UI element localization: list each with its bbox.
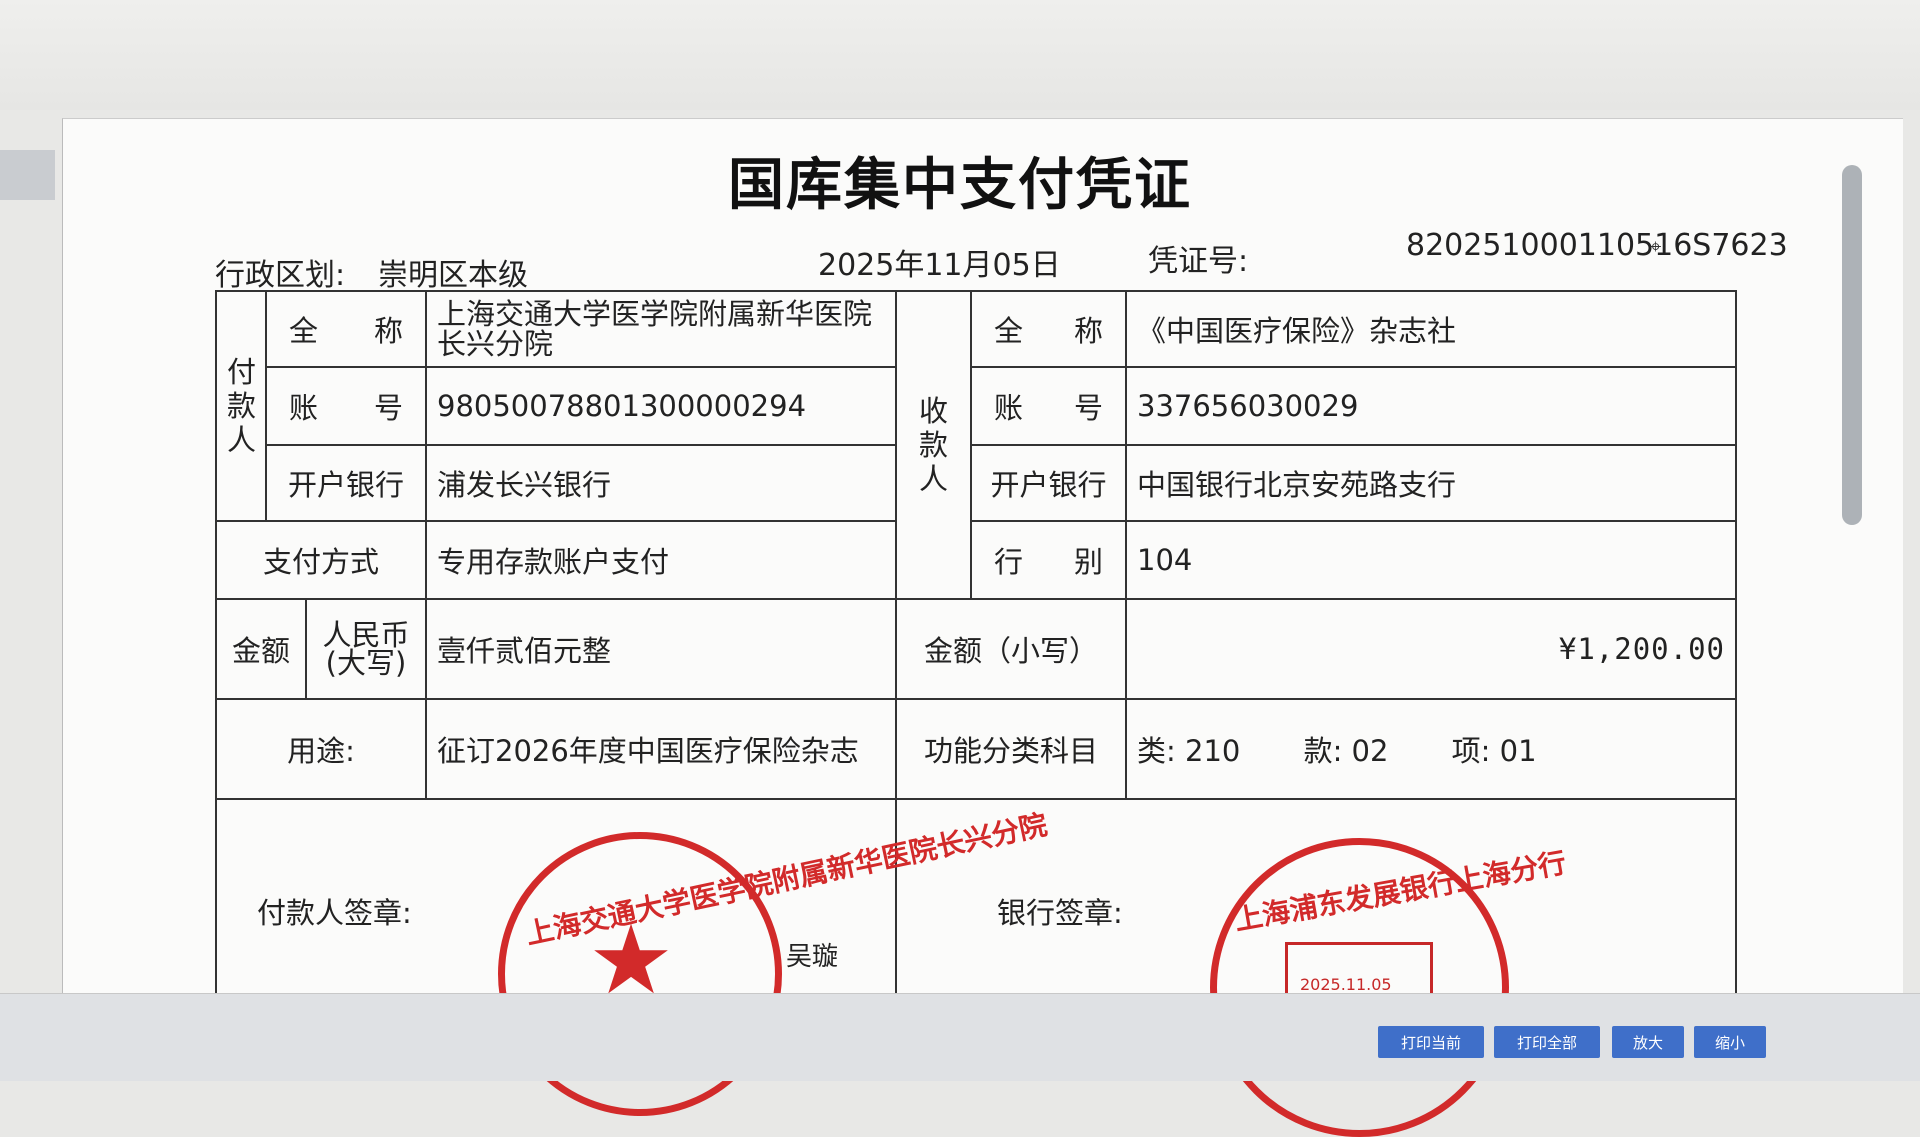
payee-group-label: 收款人 xyxy=(895,290,972,600)
payment-method: 专用存款账户支付 xyxy=(425,520,897,600)
purpose: 征订2026年度中国医疗保险杂志 xyxy=(425,698,897,800)
bank-signature-label: 银行签章: xyxy=(997,896,1123,930)
print-current-button[interactable]: 打印当前 xyxy=(1378,1026,1484,1058)
func-kuan: 款: 02 xyxy=(1303,734,1389,768)
mouse-cursor-icon: ⌖ xyxy=(1650,234,1662,258)
payee-name: 《中国医疗保险》杂志社 xyxy=(1125,290,1737,368)
payer-account: 98050078801300000294 xyxy=(425,366,897,446)
amount-upper: 壹仟贰佰元整 xyxy=(425,598,897,700)
func-lei: 类: 210 xyxy=(1137,734,1241,768)
payee-type-label: 行 别 xyxy=(970,520,1127,600)
payer-bank-label: 开户银行 xyxy=(265,444,427,522)
payee-bank-label: 开户银行 xyxy=(970,444,1127,522)
voucher-date: 2025年11月05日 xyxy=(818,248,1061,283)
signer-name: 吴璇 xyxy=(786,942,839,972)
payee-type: 104 xyxy=(1125,520,1737,600)
payee-account-label: 账 号 xyxy=(970,366,1127,446)
amount-label: 金额 xyxy=(215,598,307,700)
zoom-out-button[interactable]: 缩小 xyxy=(1694,1026,1766,1058)
payer-signature-label: 付款人签章: xyxy=(257,896,412,930)
window-top-area xyxy=(0,0,1920,110)
voucher-title: 国库集中支付凭证 xyxy=(728,153,1192,218)
payee-name-label: 全 称 xyxy=(970,290,1127,368)
print-all-button[interactable]: 打印全部 xyxy=(1494,1026,1600,1058)
amount-small-label: 金额（小写） xyxy=(895,598,1127,700)
region-value: 崇明区本级 xyxy=(378,258,528,293)
payer-group-label: 付款人 xyxy=(215,290,267,522)
bank-stamp-date: 2025.11.05 xyxy=(1300,975,1392,994)
payer-name: 上海交通大学医学院附属新华医院长兴分院 xyxy=(425,290,897,368)
voucher-table: 付款人 全 称 上海交通大学医学院附属新华医院长兴分院 收款人 全 称 《中国医… xyxy=(215,290,1737,1032)
voucher-no: 820251000110516S7623 xyxy=(1406,228,1788,263)
payment-method-label: 支付方式 xyxy=(215,520,427,600)
func-xiang: 项: 01 xyxy=(1451,734,1537,768)
voucher-no-label: 凭证号: xyxy=(1148,244,1249,279)
payer-name-label: 全 称 xyxy=(265,290,427,368)
purpose-label: 用途: xyxy=(215,698,427,800)
payee-account: 337656030029 xyxy=(1125,366,1737,446)
zoom-in-button[interactable]: 放大 xyxy=(1612,1026,1684,1058)
func-category-label: 功能分类科目 xyxy=(895,698,1127,800)
payer-bank: 浦发长兴银行 xyxy=(425,444,897,522)
rmb-upper-label: 人民币(大写) xyxy=(305,598,427,700)
func-category-codes: 类: 210 款: 02 项: 01 xyxy=(1125,698,1737,800)
region-label: 行政区划: xyxy=(215,258,346,293)
payer-account-label: 账 号 xyxy=(265,366,427,446)
payee-bank: 中国银行北京安苑路支行 xyxy=(1125,444,1737,522)
amount-small: ¥1,200.00 xyxy=(1125,598,1737,700)
